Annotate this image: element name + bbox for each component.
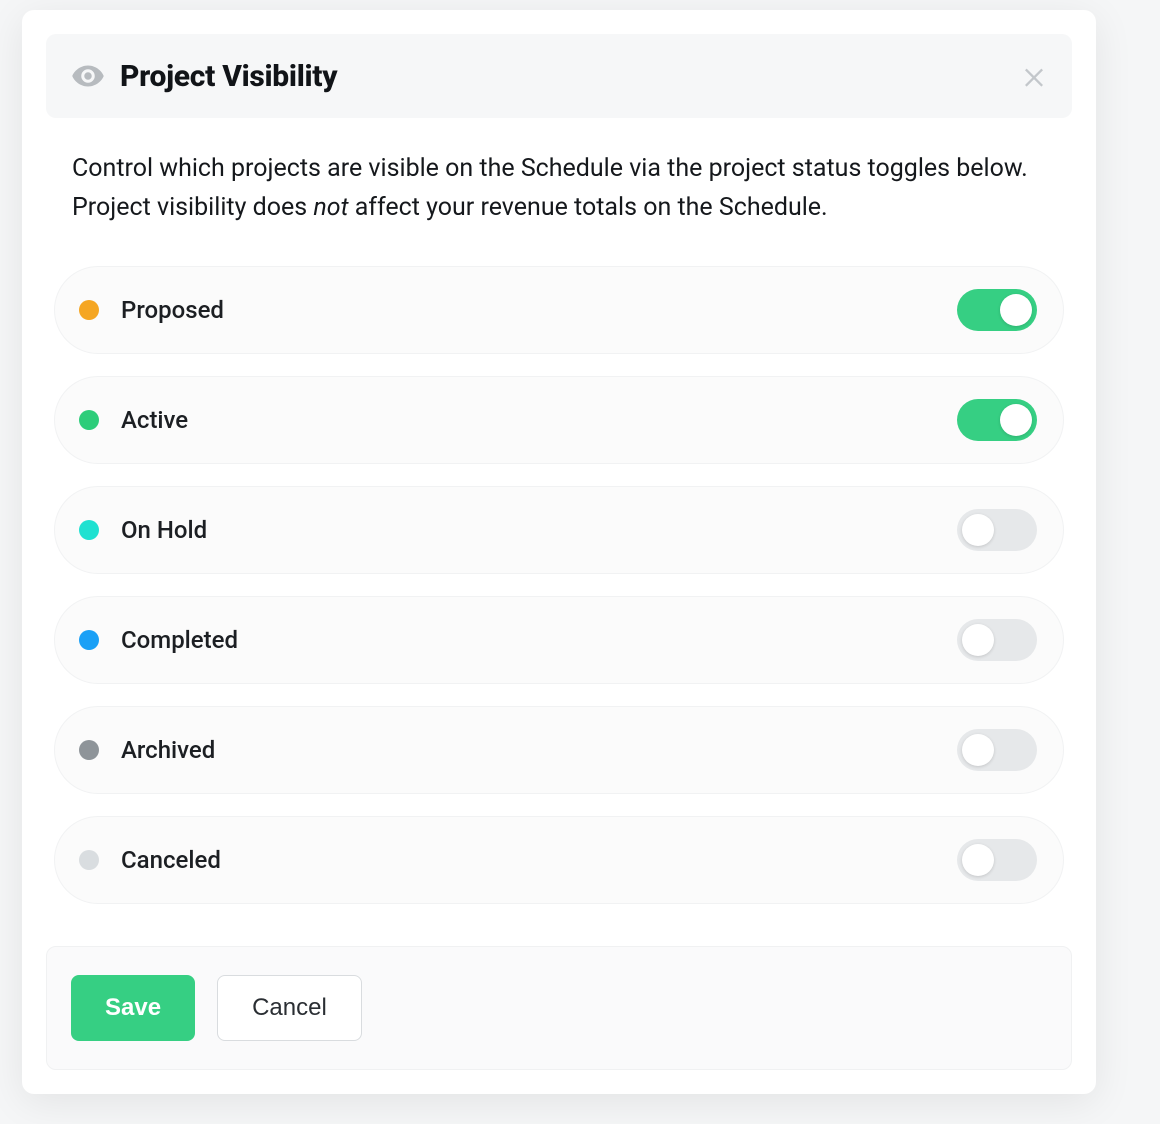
visibility-toggle-proposed[interactable] <box>957 289 1037 331</box>
close-button[interactable] <box>1020 62 1048 90</box>
status-dot-icon <box>79 520 99 540</box>
visibility-row-label: Proposed <box>121 296 224 324</box>
status-dot-icon <box>79 740 99 760</box>
save-button[interactable]: Save <box>71 975 195 1041</box>
toggle-knob <box>962 624 994 656</box>
cancel-button[interactable]: Cancel <box>217 975 362 1041</box>
visibility-row-label: Canceled <box>121 846 221 874</box>
toggle-knob <box>962 844 994 876</box>
modal-description: Control which projects are visible on th… <box>22 118 1096 236</box>
visibility-row-label: Archived <box>121 736 215 764</box>
visibility-row-active: Active <box>54 376 1064 464</box>
visibility-toggle-archived[interactable] <box>957 729 1037 771</box>
visibility-row-left: On Hold <box>79 516 207 544</box>
modal-footer: Save Cancel <box>46 946 1072 1070</box>
visibility-toggle-onhold[interactable] <box>957 509 1037 551</box>
visibility-row-left: Proposed <box>79 296 224 324</box>
visibility-toggle-canceled[interactable] <box>957 839 1037 881</box>
visibility-row-left: Archived <box>79 736 215 764</box>
status-dot-icon <box>79 300 99 320</box>
toggle-knob <box>1000 404 1032 436</box>
modal-header: Project Visibility <box>46 34 1072 118</box>
visibility-row-proposed: Proposed <box>54 266 1064 354</box>
status-dot-icon <box>79 630 99 650</box>
project-visibility-modal: Project Visibility Control which project… <box>22 10 1096 1094</box>
visibility-row-completed: Completed <box>54 596 1064 684</box>
visibility-row-left: Completed <box>79 626 238 654</box>
description-text-em: not <box>313 193 348 222</box>
modal-title: Project Visibility <box>120 59 337 94</box>
visibility-row-label: Completed <box>121 626 238 654</box>
visibility-row-left: Canceled <box>79 846 221 874</box>
modal-title-wrap: Project Visibility <box>70 58 337 94</box>
toggle-knob <box>962 734 994 766</box>
visibility-toggle-active[interactable] <box>957 399 1037 441</box>
visibility-options-list: Proposed Active On Hold Completed Archived Ca… <box>22 236 1096 914</box>
visibility-toggle-completed[interactable] <box>957 619 1037 661</box>
visibility-row-left: Active <box>79 406 188 434</box>
close-icon <box>1020 62 1048 90</box>
status-dot-icon <box>79 850 99 870</box>
visibility-row-onhold: On Hold <box>54 486 1064 574</box>
visibility-row-canceled: Canceled <box>54 816 1064 904</box>
visibility-row-label: Active <box>121 406 188 434</box>
toggle-knob <box>1000 294 1032 326</box>
eye-icon <box>70 58 106 94</box>
visibility-row-archived: Archived <box>54 706 1064 794</box>
toggle-knob <box>962 514 994 546</box>
visibility-row-label: On Hold <box>121 516 207 544</box>
status-dot-icon <box>79 410 99 430</box>
description-text-post: affect your revenue totals on the Schedu… <box>349 193 828 222</box>
